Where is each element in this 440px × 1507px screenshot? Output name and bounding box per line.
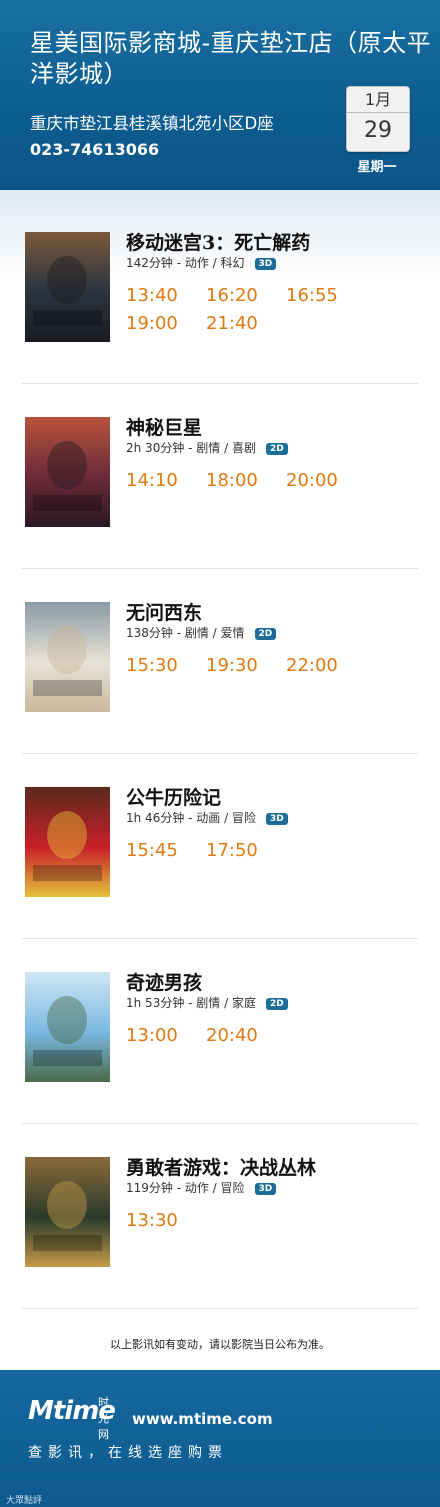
- showtime-button[interactable]: 15:45: [126, 837, 206, 865]
- showtime-list: 13:00 20:40: [126, 1022, 426, 1050]
- showtime-button[interactable]: 19:30: [206, 652, 286, 680]
- movie-divider: [22, 1308, 418, 1309]
- movie-title[interactable]: 奇迹男孩: [126, 968, 202, 995]
- movie-poster[interactable]: [25, 232, 110, 342]
- date-calendar: 1月 29: [346, 86, 410, 152]
- movie-entry[interactable]: 奇迹男孩 1h 53分钟 - 剧情 / 家庭 2D 13:00 20:40: [0, 930, 440, 1110]
- showtime-button[interactable]: 15:30: [126, 652, 206, 680]
- movie-duration-genre: 1h 46分钟 - 动画 / 冒险: [126, 811, 256, 825]
- footer-scallop-edge: [0, 1364, 440, 1376]
- movie-poster[interactable]: [25, 787, 110, 897]
- showtime-button[interactable]: 13:00: [126, 1022, 206, 1050]
- movie-poster[interactable]: [25, 1157, 110, 1267]
- mtime-brand-cn: 时光网: [98, 1396, 109, 1441]
- showtime-button[interactable]: 18:00: [206, 467, 286, 495]
- movie-duration-genre: 119分钟 - 动作 / 冒险: [126, 1181, 245, 1195]
- schedule-notice: 以上影讯如有变动，请以影院当日公布为准。: [110, 1338, 330, 1351]
- format-badge: 3D: [254, 1183, 277, 1195]
- format-badge: 2D: [265, 998, 288, 1010]
- movie-meta: 142分钟 - 动作 / 科幻 3D: [126, 254, 277, 271]
- footer-slogan: 查影讯，在线选座购票: [28, 1445, 228, 1461]
- showtime-button[interactable]: 20:00: [286, 467, 366, 495]
- cinema-header: 星美国际影商城-重庆垫江店（原太平洋影城） 重庆市垫江县桂溪镇北苑小区D座 02…: [0, 0, 440, 190]
- watermark: 大眾點評: [6, 1496, 43, 1506]
- movie-duration-genre: 2h 30分钟 - 剧情 / 喜剧: [126, 441, 256, 455]
- movie-entry[interactable]: 无问西东 138分钟 - 剧情 / 爱情 2D 15:30 19:30 22:00: [0, 560, 440, 740]
- movie-duration-genre: 138分钟 - 剧情 / 爱情: [126, 626, 245, 640]
- movie-poster[interactable]: [25, 602, 110, 712]
- showtime-button[interactable]: 13:40: [126, 282, 206, 310]
- date-day: 29: [364, 118, 392, 143]
- movie-entry[interactable]: 勇敢者游戏：决战丛林 119分钟 - 动作 / 冒险 3D 13:30: [0, 1115, 440, 1295]
- cinema-address: 重庆市垫江县桂溪镇北苑小区D座: [30, 114, 274, 133]
- date-weekday: 星期一: [357, 160, 397, 175]
- movie-meta: 1h 53分钟 - 剧情 / 家庭 2D: [126, 994, 288, 1011]
- showtime-button[interactable]: 16:20: [206, 282, 286, 310]
- movie-title[interactable]: 公牛历险记: [126, 783, 221, 810]
- movie-title[interactable]: 移动迷宫3：死亡解药: [126, 228, 310, 255]
- movie-entry[interactable]: 公牛历险记 1h 46分钟 - 动画 / 冒险 3D 15:45 17:50: [0, 745, 440, 925]
- movie-entry[interactable]: 神秘巨星 2h 30分钟 - 剧情 / 喜剧 2D 14:10 18:00 20:00: [0, 375, 440, 555]
- cinema-name: 星美国际影商城-重庆垫江店（原太平洋影城）: [30, 29, 432, 88]
- cinema-phone[interactable]: 023-74613066: [30, 140, 159, 159]
- movie-title[interactable]: 无问西东: [126, 598, 202, 625]
- date-month: 1月: [347, 87, 409, 113]
- mtime-site-link[interactable]: www.mtime.com: [132, 1410, 273, 1428]
- movie-duration-genre: 1h 53分钟 - 剧情 / 家庭: [126, 996, 256, 1010]
- showtime-list: 13:40 16:20 16:55 19:00 21:40: [126, 282, 426, 338]
- showtime-list: 14:10 18:00 20:00: [126, 467, 426, 495]
- showtime-button[interactable]: 17:50: [206, 837, 286, 865]
- movie-meta: 2h 30分钟 - 剧情 / 喜剧 2D: [126, 439, 288, 456]
- showtime-list: 15:30 19:30 22:00: [126, 652, 426, 680]
- showtime-list: 15:45 17:50: [126, 837, 426, 865]
- movie-meta: 1h 46分钟 - 动画 / 冒险 3D: [126, 809, 288, 826]
- movie-poster[interactable]: [25, 417, 110, 527]
- showtime-button[interactable]: 20:40: [206, 1022, 286, 1050]
- showtime-button[interactable]: 14:10: [126, 467, 206, 495]
- movie-title[interactable]: 神秘巨星: [126, 413, 202, 440]
- movie-meta: 138分钟 - 剧情 / 爱情 2D: [126, 624, 277, 641]
- format-badge: 3D: [265, 813, 288, 825]
- showtime-button[interactable]: 21:40: [206, 310, 286, 338]
- showtime-button[interactable]: 19:00: [126, 310, 206, 338]
- movie-meta: 119分钟 - 动作 / 冒险 3D: [126, 1179, 277, 1196]
- showtime-button[interactable]: 16:55: [286, 282, 366, 310]
- movie-entry[interactable]: 移动迷宫3：死亡解药 142分钟 - 动作 / 科幻 3D 13:40 16:20 1…: [0, 190, 440, 370]
- movie-duration-genre: 142分钟 - 动作 / 科幻: [126, 256, 245, 270]
- format-badge: 2D: [254, 628, 277, 640]
- format-badge: 3D: [254, 258, 277, 270]
- showtime-list: 13:30: [126, 1207, 426, 1235]
- mtime-logo[interactable]: Mtime 时光网: [28, 1396, 116, 1441]
- footer: Mtime 时光网 www.mtime.com 查影讯，在线选座购票 大眾點評: [0, 1370, 440, 1507]
- movie-title[interactable]: 勇敢者游戏：决战丛林: [126, 1153, 316, 1180]
- movie-poster[interactable]: [25, 972, 110, 1082]
- showtime-button[interactable]: 22:00: [286, 652, 366, 680]
- showtime-button[interactable]: 13:30: [126, 1207, 206, 1235]
- format-badge: 2D: [265, 443, 288, 455]
